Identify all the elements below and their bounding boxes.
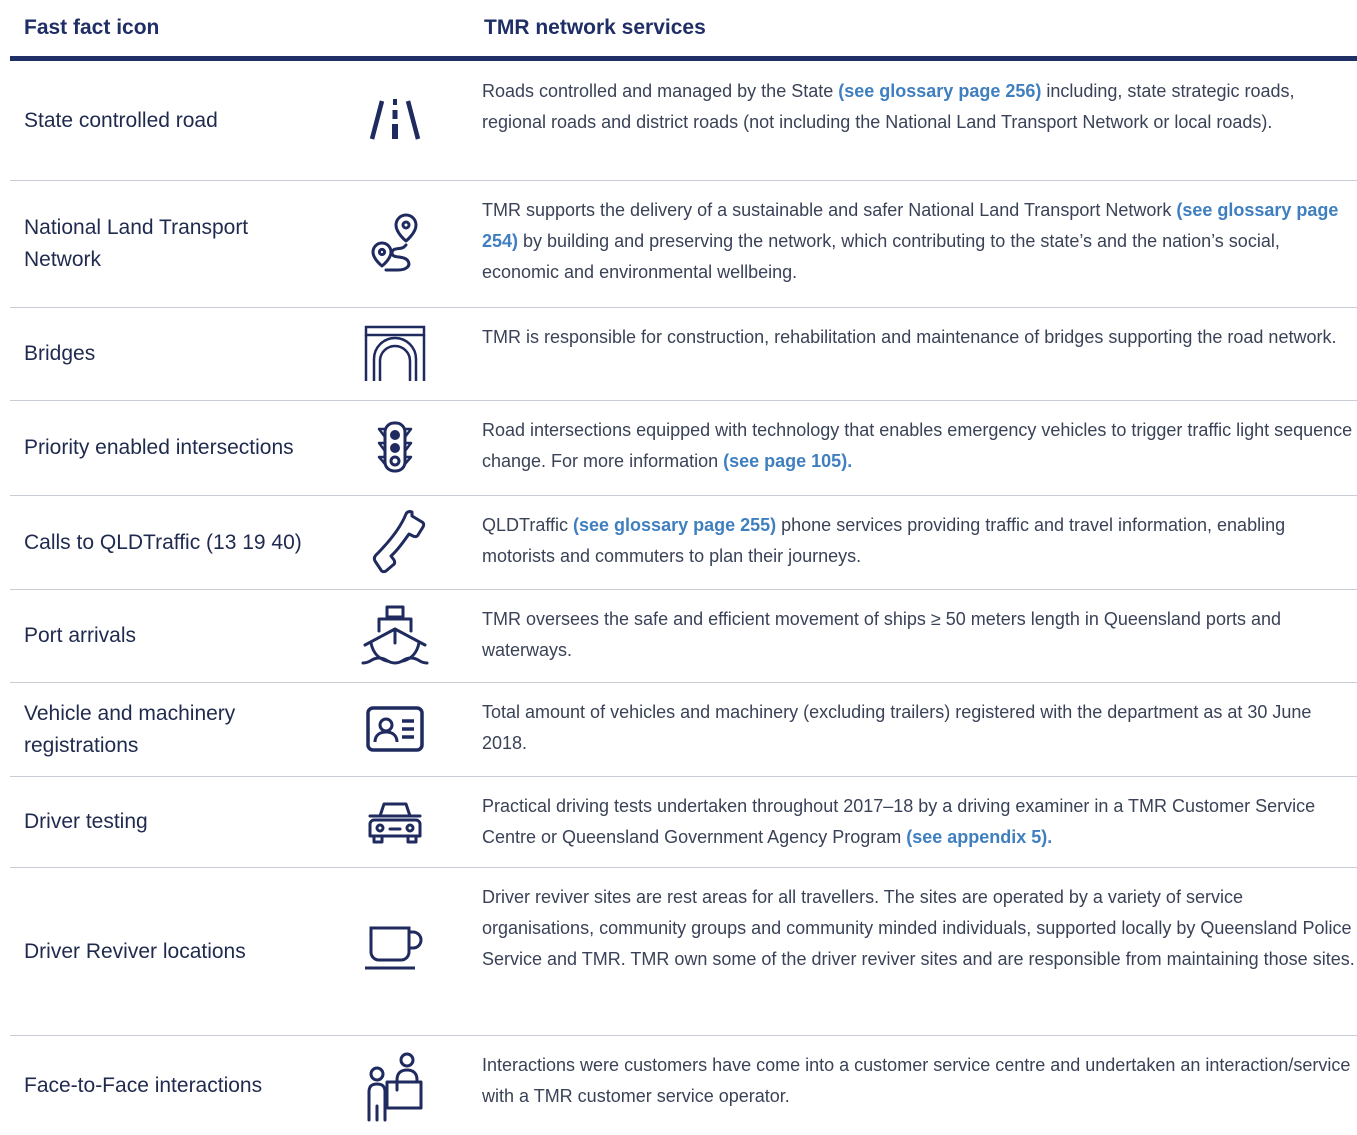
fact-name: Driver Reviver locations (24, 939, 246, 963)
ship-icon (355, 590, 435, 682)
description-text: Driver reviver sites are rest areas for … (482, 887, 1355, 969)
fact-description: Practical driving tests undertaken throu… (482, 791, 1357, 853)
table-row: Face-to-Face interactions Interactions w… (10, 1036, 1357, 1135)
description-text: Practical driving tests undertaken throu… (482, 796, 1316, 847)
table-row: Priority enabled intersections Road inte… (10, 401, 1357, 496)
fact-name: Calls to QLDTraffic (13 19 40) (24, 530, 302, 554)
traffic-light-icon (355, 401, 435, 495)
fact-description: QLDTraffic (see glossary page 255) phone… (482, 510, 1357, 572)
coffee-cup-icon (355, 868, 435, 1035)
table-row: Vehicle and machinery registrations Tota… (10, 683, 1357, 777)
description-text: Roads controlled and managed by the Stat… (482, 81, 839, 101)
description-text: by building and preserving the network, … (482, 231, 1280, 282)
fact-name: Driver testing (24, 810, 148, 833)
glossary-link[interactable]: (see page 105). (723, 451, 852, 471)
description-text: Road intersections equipped with technol… (482, 420, 1353, 471)
glossary-link[interactable]: (see appendix 5). (906, 827, 1052, 847)
header-divider (10, 56, 1357, 61)
fact-name: Vehicle and machinery registrations (24, 701, 236, 757)
glossary-link[interactable]: (see glossary page 256) (838, 81, 1041, 101)
fact-name: Port arrivals (24, 624, 137, 647)
car-icon (355, 777, 435, 867)
fact-description: TMR oversees the safe and efficient move… (482, 604, 1357, 666)
table-row: Driver testing Practical driving tests u… (10, 777, 1357, 868)
header-fast-fact-icon: Fast fact icon (24, 16, 160, 39)
phone-icon (355, 496, 435, 589)
table-row: Bridges TMR is responsible for construct… (10, 308, 1357, 401)
table-header: Fast fact icon TMR network services (10, 0, 1357, 55)
description-text: TMR is responsible for construction, reh… (482, 327, 1337, 347)
glossary-link[interactable]: (see glossary page 255) (573, 515, 776, 535)
route-icon (355, 181, 435, 307)
description-text: Total amount of vehicles and machinery (… (482, 702, 1312, 753)
bridge-icon (355, 308, 435, 400)
description-text: TMR supports the delivery of a sustainab… (482, 200, 1177, 220)
fact-name: Priority enabled intersections (24, 436, 294, 459)
fact-name: State controlled road (24, 109, 218, 132)
description-text: QLDTraffic (482, 515, 574, 535)
road-icon (355, 62, 435, 180)
fact-description: Driver reviver sites are rest areas for … (482, 882, 1357, 975)
table-row: Driver Reviver locations Driver reviver … (10, 868, 1357, 1036)
description-text: Interactions were customers have come in… (482, 1055, 1351, 1106)
fact-description: Roads controlled and managed by the Stat… (482, 76, 1357, 138)
fact-description: Total amount of vehicles and machinery (… (482, 697, 1357, 759)
fast-facts-table: Fast fact icon TMR network services Stat… (0, 0, 1357, 1135)
table-row: State controlled road Roads controlled a… (10, 62, 1357, 181)
description-text: TMR oversees the safe and efficient move… (482, 609, 1281, 660)
fact-name: Face-to-Face interactions (24, 1073, 263, 1097)
registration-card-icon (355, 683, 435, 776)
fact-description: TMR is responsible for construction, reh… (482, 322, 1357, 353)
fact-name: Bridges (24, 342, 96, 365)
header-tmr-network-services: TMR network services (484, 16, 706, 39)
table-row: National Land Transport Network TMR supp… (10, 181, 1357, 308)
customer-service-icon (355, 1036, 435, 1135)
fact-description: Interactions were customers have come in… (482, 1050, 1357, 1112)
fact-name: National Land Transport Network (24, 216, 249, 271)
fact-description: TMR supports the delivery of a sustainab… (482, 195, 1357, 288)
table-row: Calls to QLDTraffic (13 19 40) QLDTraffi… (10, 496, 1357, 590)
table-row: Port arrivals TMR oversees the safe and … (10, 590, 1357, 683)
fact-description: Road intersections equipped with technol… (482, 415, 1357, 477)
